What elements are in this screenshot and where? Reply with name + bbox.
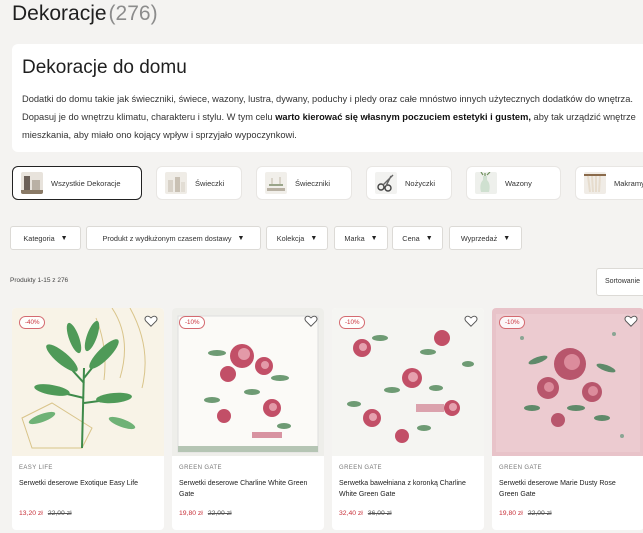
current-price: 19,80 zł xyxy=(499,510,523,517)
product-name[interactable]: Serwetka bawełniana z koronką Charline W… xyxy=(339,478,477,500)
discount-badge: -10% xyxy=(499,316,526,329)
product-image[interactable] xyxy=(492,308,643,456)
filter-label: Kolekcja xyxy=(276,233,305,243)
heart-icon[interactable] xyxy=(464,314,478,328)
category-tile-all-decorations[interactable]: Wszystkie Dekoracje xyxy=(12,166,142,200)
napkin-marie-dusty-rose-image xyxy=(492,308,643,456)
candlesticks-thumb-icon xyxy=(265,172,287,194)
macrame-thumb-icon xyxy=(584,172,606,194)
product-name[interactable]: Serwetki deserowe Exotique Easy Life xyxy=(19,478,157,489)
old-price: 22,00 zł xyxy=(47,510,72,517)
vase-thumb-icon xyxy=(475,172,497,194)
category-label: Wazony xyxy=(505,178,532,188)
product-brand: EASY LIFE xyxy=(19,465,53,471)
filter-collection-dropdown[interactable]: Kolekcja ▼ xyxy=(266,226,328,250)
discount-badge: -10% xyxy=(339,316,366,329)
filter-extended-delivery-dropdown[interactable]: Produkt z wydłużonym czasem dostawy ▼ xyxy=(86,226,261,250)
category-tile-vases[interactable]: Wazony xyxy=(466,166,561,200)
current-price: 13,20 zł xyxy=(19,510,43,517)
filter-category-dropdown[interactable]: Kategoria ▼ xyxy=(10,226,81,250)
filter-label: Cena xyxy=(402,233,420,243)
caret-down-icon: ▼ xyxy=(503,234,511,242)
description-text-bold: warto kierować się własnym poczuciem est… xyxy=(275,112,531,122)
product-brand: GREEN GATE xyxy=(179,465,222,471)
caret-down-icon: ▼ xyxy=(237,234,245,242)
product-brand: GREEN GATE xyxy=(499,465,542,471)
product-name[interactable]: Serwetki deserowe Charline White Green G… xyxy=(179,478,317,500)
filter-price-dropdown[interactable]: Cena ▼ xyxy=(392,226,443,250)
page-title: Dekoracje(276) xyxy=(12,2,158,26)
category-label: Nożyczki xyxy=(405,178,436,188)
old-price: 22,00 zł xyxy=(207,510,232,517)
old-price: 22,00 zł xyxy=(527,510,552,517)
napkin-lace-charline-image xyxy=(332,308,484,456)
category-tile-scissors[interactable]: Nożyczki xyxy=(366,166,452,200)
product-price: 32,40 zł 36,00 zł xyxy=(339,510,392,517)
napkin-charline-image xyxy=(172,308,324,456)
filter-label: Wyprzedaż xyxy=(460,233,498,243)
heart-icon[interactable] xyxy=(304,314,318,328)
caret-down-icon: ▼ xyxy=(425,234,433,242)
heart-icon[interactable] xyxy=(624,314,638,328)
caret-down-icon: ▼ xyxy=(370,234,378,242)
current-price: 32,40 zł xyxy=(339,510,363,517)
category-tile-candlesticks[interactable]: Świeczniki xyxy=(256,166,352,200)
discount-badge: -10% xyxy=(179,316,206,329)
description-text: Dodatki do domu takie jak świeczniki, św… xyxy=(22,90,643,144)
product-image[interactable] xyxy=(172,308,324,456)
page-title-text: Dekoracje xyxy=(12,2,107,25)
category-tile-macrame[interactable]: Makramy xyxy=(575,166,643,200)
product-card[interactable]: -10% GREEN GATE Serwetka bawełniana z ko… xyxy=(332,308,484,530)
category-label: Świeczki xyxy=(195,178,225,188)
sort-dropdown[interactable]: Sortowanie xyxy=(596,268,643,296)
category-label: Świeczniki xyxy=(295,178,331,188)
scissors-thumb-icon xyxy=(375,172,397,194)
product-price: 19,80 zł 22,00 zł xyxy=(179,510,232,517)
category-tiles: Wszystkie Dekoracje Świeczki Świeczniki … xyxy=(12,166,643,202)
heart-icon[interactable] xyxy=(144,314,158,328)
napkin-exotique-image xyxy=(12,308,164,456)
category-label: Makramy xyxy=(614,178,643,188)
product-card[interactable]: -40% EASY LIFE Serwetki deserowe Exotiqu… xyxy=(12,308,164,530)
discount-badge: -40% xyxy=(19,316,46,329)
decor-thumb-icon xyxy=(21,172,43,194)
product-image[interactable] xyxy=(332,308,484,456)
category-description: Dekoracje do domu Dodatki do domu takie … xyxy=(12,44,643,152)
product-price: 13,20 zł 22,00 zł xyxy=(19,510,72,517)
product-card[interactable]: -10% GREEN GATE Serwetki deserowe Marie … xyxy=(492,308,643,530)
product-price: 19,80 zł 22,00 zł xyxy=(499,510,552,517)
caret-down-icon: ▼ xyxy=(310,234,318,242)
caret-down-icon: ▼ xyxy=(60,234,68,242)
current-price: 19,80 zł xyxy=(179,510,203,517)
product-name[interactable]: Serwetki deserowe Marie Dusty Rose Green… xyxy=(499,478,637,500)
filter-sale-dropdown[interactable]: Wyprzedaż ▼ xyxy=(449,226,522,250)
candles-thumb-icon xyxy=(165,172,187,194)
filter-label: Marka xyxy=(344,233,365,243)
filter-brand-dropdown[interactable]: Marka ▼ xyxy=(334,226,388,250)
category-label: Wszystkie Dekoracje xyxy=(51,178,121,188)
product-brand: GREEN GATE xyxy=(339,465,382,471)
product-image[interactable] xyxy=(12,308,164,456)
products-count: Produkty 1-15 z 276 xyxy=(10,277,69,284)
filter-label: Produkt z wydłużonym czasem dostawy xyxy=(102,233,232,243)
product-card[interactable]: -10% GREEN GATE Serwetki deserowe Charli… xyxy=(172,308,324,530)
filter-label: Kategoria xyxy=(23,233,55,243)
old-price: 36,00 zł xyxy=(367,510,392,517)
product-count: (276) xyxy=(108,2,158,25)
category-tile-candles[interactable]: Świeczki xyxy=(156,166,242,200)
description-heading: Dekoracje do domu xyxy=(22,57,187,78)
